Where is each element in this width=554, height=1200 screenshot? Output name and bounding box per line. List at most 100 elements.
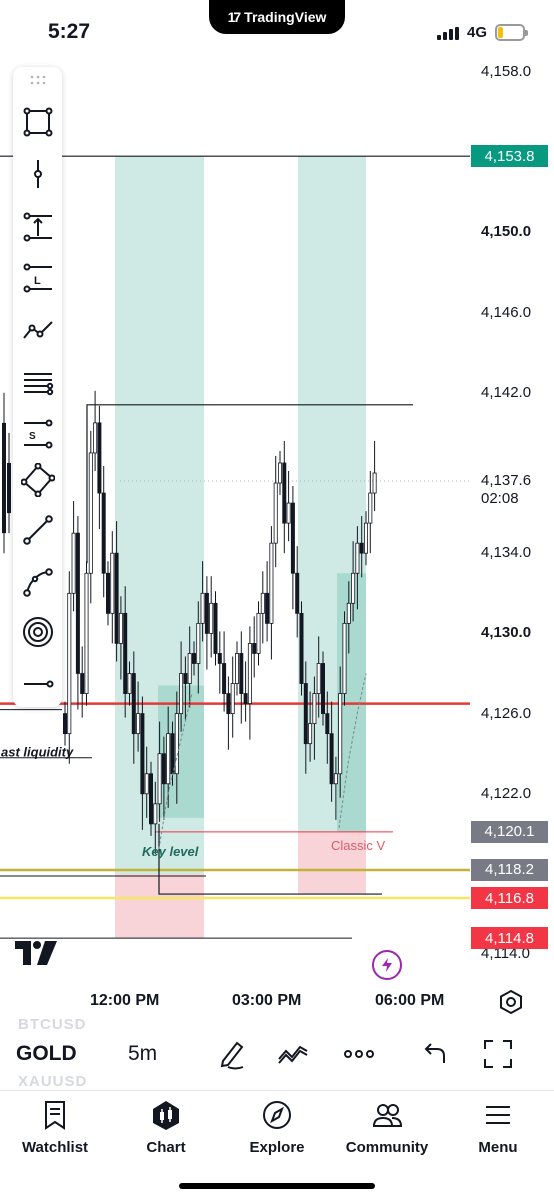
more-options-icon[interactable] bbox=[342, 1037, 376, 1071]
toolbar-grip-icon[interactable] bbox=[29, 74, 47, 86]
candle-body bbox=[127, 673, 132, 694]
horizontal-lines-tool-icon[interactable] bbox=[19, 363, 56, 400]
ghost-symbol-previous: BTCUSD bbox=[18, 1016, 87, 1033]
long-position-tool-icon[interactable]: L bbox=[19, 259, 56, 296]
tab-label: Watchlist bbox=[21, 1139, 89, 1156]
chart-settings-icon[interactable] bbox=[498, 989, 524, 1015]
tab-label: Menu bbox=[478, 1139, 518, 1156]
path-tool-icon[interactable] bbox=[19, 311, 56, 348]
candle-body bbox=[363, 522, 368, 554]
short-position-tool-icon[interactable]: S bbox=[19, 415, 56, 452]
home-indicator bbox=[179, 1183, 375, 1189]
candle-body bbox=[191, 653, 196, 664]
battery-icon bbox=[495, 24, 528, 41]
candle-body bbox=[153, 803, 158, 825]
price-axis-label: 4,122.0 bbox=[481, 784, 532, 802]
candle-body bbox=[213, 602, 218, 654]
tab-label: Community bbox=[345, 1139, 429, 1156]
candle-body bbox=[144, 773, 149, 795]
fullscreen-icon[interactable] bbox=[481, 1037, 515, 1071]
candle-body bbox=[338, 693, 343, 775]
candle-body bbox=[359, 542, 364, 554]
compass-icon bbox=[263, 1101, 291, 1129]
indicators-icon[interactable] bbox=[276, 1037, 310, 1071]
candle-body bbox=[299, 612, 304, 684]
candle-body bbox=[110, 552, 115, 614]
candle-body bbox=[97, 422, 102, 494]
time-label: 06:00 PM bbox=[375, 992, 445, 1009]
candle-body bbox=[239, 653, 244, 694]
svg-text:S: S bbox=[29, 431, 36, 442]
candle-body bbox=[131, 673, 136, 735]
candle-body bbox=[196, 622, 201, 664]
rectangle-tool-icon[interactable] bbox=[19, 103, 56, 140]
candle-body bbox=[118, 612, 123, 644]
vertical-line-tool-icon[interactable] bbox=[19, 155, 56, 192]
rotated-rectangle-tool-icon[interactable] bbox=[19, 461, 56, 498]
tab-menu[interactable]: Menu bbox=[443, 1099, 553, 1156]
price-tag[interactable]: 4,118.2 bbox=[471, 858, 548, 881]
candle-body bbox=[174, 713, 179, 775]
tab-community[interactable]: Community bbox=[332, 1099, 442, 1156]
price-axis-label: 4,150.0 bbox=[481, 223, 532, 241]
signal-icon bbox=[437, 27, 459, 40]
price-tag[interactable]: 4,153.8 bbox=[471, 145, 548, 168]
price-tag[interactable]: 4,120.1 bbox=[471, 820, 548, 843]
candle-body bbox=[170, 733, 175, 775]
candle-body bbox=[75, 532, 80, 674]
price-axis-label: 4,158.0 bbox=[481, 63, 532, 80]
candle-body bbox=[273, 482, 278, 544]
countdown-label: 02:08 bbox=[481, 490, 519, 507]
last-liquidity-label: ast liquidity bbox=[1, 745, 74, 760]
candle-body bbox=[234, 653, 239, 684]
price-tag[interactable]: 4,114.8 bbox=[471, 927, 548, 950]
draw-pen-icon[interactable] bbox=[215, 1037, 249, 1071]
candle-body bbox=[355, 542, 360, 574]
interval-selector[interactable]: 5m bbox=[128, 1042, 157, 1066]
symbol-name[interactable]: GOLD bbox=[16, 1042, 77, 1066]
candle-body bbox=[325, 713, 330, 735]
horizontal-ray-tool-icon[interactable] bbox=[19, 665, 56, 702]
candle-body bbox=[342, 622, 347, 694]
candle-body bbox=[80, 673, 85, 694]
tradingview-pill-label: TradingView bbox=[244, 9, 327, 25]
candle-body bbox=[187, 653, 192, 684]
candle-body bbox=[256, 612, 261, 654]
chart-icon bbox=[153, 1101, 179, 1130]
candle-body bbox=[226, 693, 231, 714]
classic-v-label: Classic V bbox=[331, 838, 386, 853]
candle-body bbox=[295, 572, 300, 614]
candle-body bbox=[106, 572, 111, 614]
candle-body bbox=[333, 773, 338, 785]
candle-body bbox=[179, 673, 184, 714]
candle-body bbox=[204, 592, 209, 634]
price-tag[interactable]: 4,116.8 bbox=[471, 887, 548, 910]
candle-body bbox=[243, 693, 248, 704]
candle-body bbox=[247, 643, 252, 704]
tab-chart[interactable]: Chart bbox=[111, 1099, 221, 1156]
undo-icon[interactable] bbox=[417, 1037, 451, 1071]
candle-body bbox=[140, 713, 145, 795]
candle-body bbox=[123, 612, 128, 694]
candle-body bbox=[157, 753, 162, 805]
candle-body bbox=[101, 492, 106, 574]
tab-watchlist[interactable]: Watchlist bbox=[0, 1099, 110, 1156]
svg-text:L: L bbox=[34, 275, 41, 287]
price-range-tool-icon[interactable] bbox=[19, 207, 56, 244]
trend-line-tool-icon[interactable] bbox=[19, 511, 56, 548]
candle-body bbox=[161, 753, 166, 785]
curve-tool-icon[interactable] bbox=[19, 563, 56, 600]
last-price-label: 4,137.6 bbox=[481, 472, 532, 490]
candle-body bbox=[260, 592, 265, 614]
tab-explore[interactable]: Explore bbox=[222, 1099, 332, 1156]
candle-body bbox=[93, 422, 98, 454]
candle-body bbox=[183, 673, 188, 684]
candle-body bbox=[269, 542, 274, 624]
lightning-icon[interactable] bbox=[372, 950, 402, 980]
candle-body bbox=[222, 663, 227, 694]
price-axis-label: 4,146.0 bbox=[481, 303, 532, 321]
candle-body bbox=[114, 552, 119, 644]
circle-tool-icon[interactable] bbox=[19, 613, 56, 650]
candle-body bbox=[308, 723, 313, 745]
candle-body bbox=[88, 452, 93, 574]
